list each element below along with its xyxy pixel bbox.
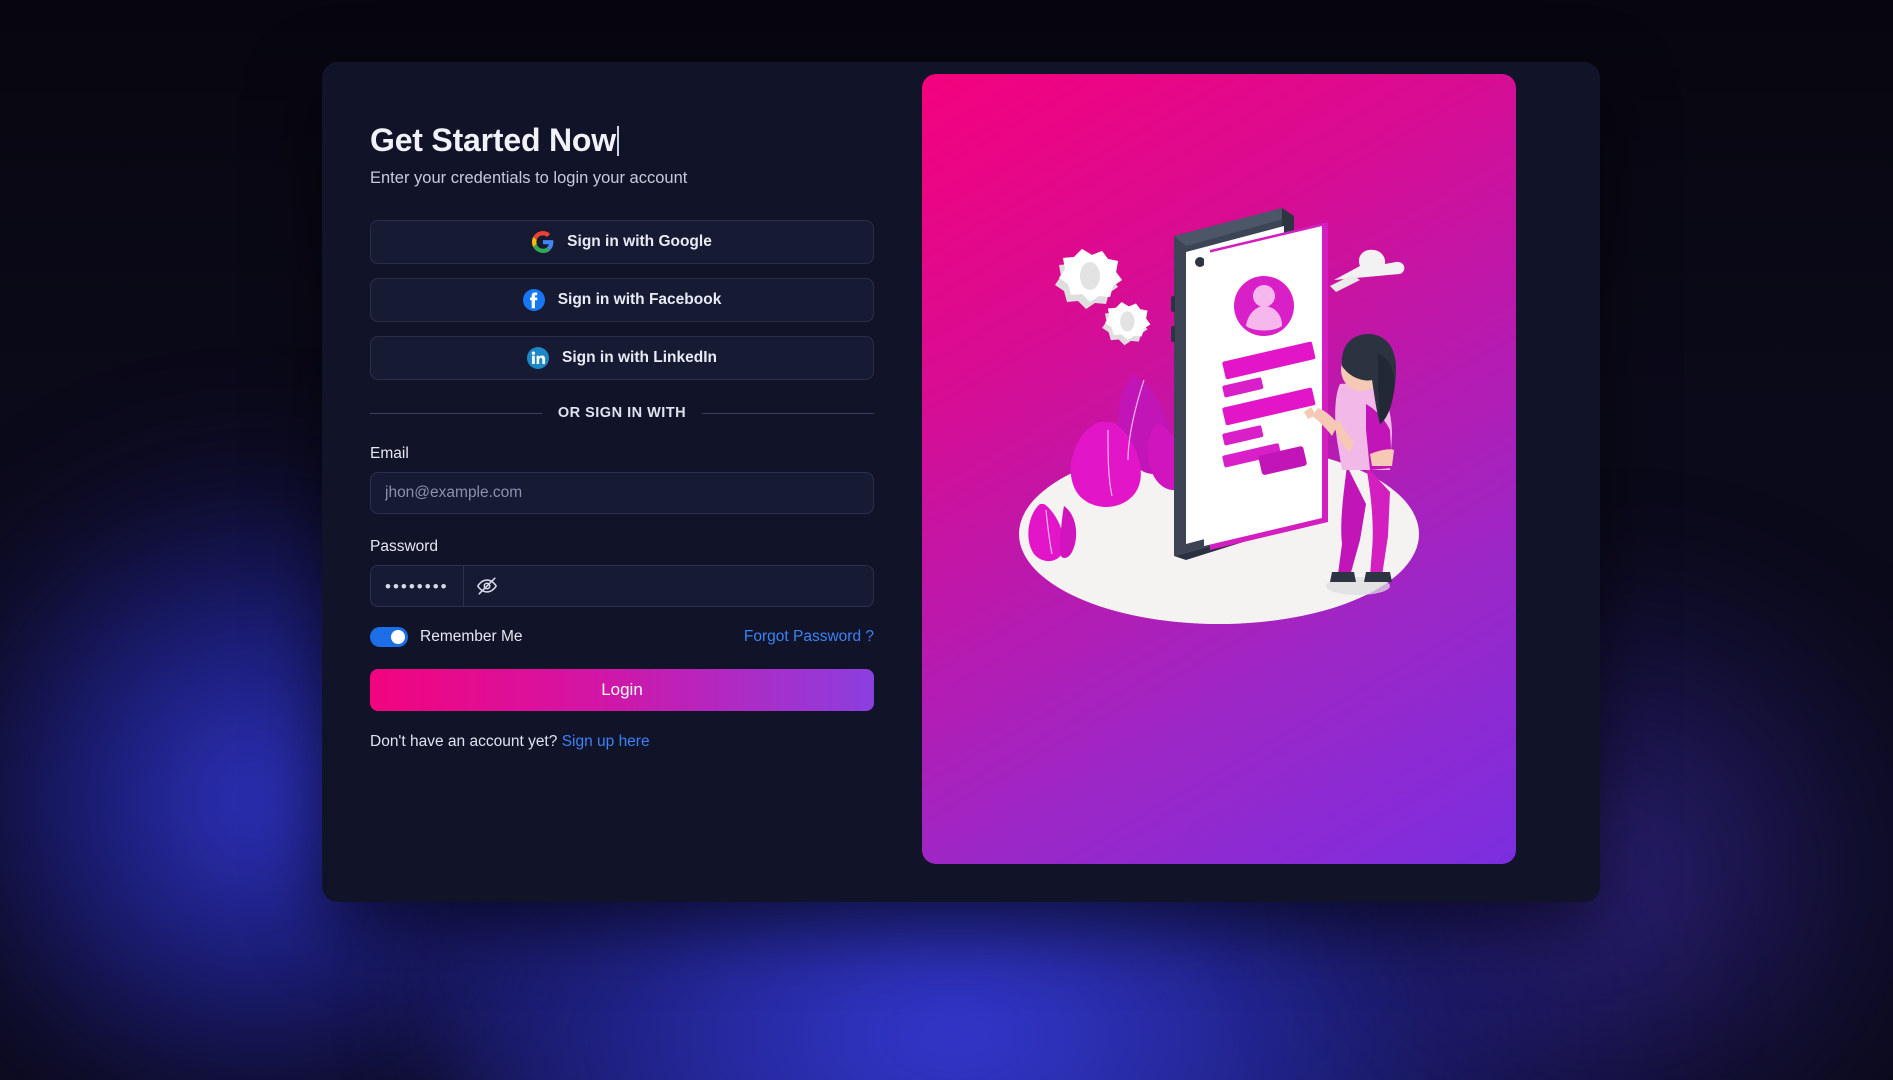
login-card-graphic bbox=[1204, 222, 1328, 550]
sign-in-google-label: Sign in with Google bbox=[567, 233, 712, 250]
signup-link[interactable]: Sign up here bbox=[562, 733, 650, 750]
email-label: Email bbox=[370, 445, 409, 462]
page-subtitle: Enter your credentials to login your acc… bbox=[370, 169, 688, 187]
sign-in-facebook-button[interactable]: Sign in with Facebook bbox=[370, 278, 874, 322]
password-input-wrap[interactable]: •••••••• bbox=[370, 565, 874, 607]
remember-row: Remember Me Forgot Password ? bbox=[370, 627, 874, 647]
password-field-group: Password •••••••• bbox=[370, 538, 874, 607]
linkedin-icon bbox=[527, 347, 549, 369]
remember-me-group[interactable]: Remember Me bbox=[370, 627, 523, 647]
password-label: Password bbox=[370, 538, 439, 555]
cloud-icon bbox=[1330, 249, 1405, 292]
sign-in-facebook-label: Sign in with Facebook bbox=[557, 291, 722, 308]
sign-in-linkedin-button[interactable]: Sign in with LinkedIn bbox=[370, 336, 874, 380]
divider-label: OR SIGN IN WITH bbox=[557, 405, 687, 421]
page-title: Get Started Now bbox=[370, 122, 616, 158]
facebook-icon bbox=[522, 289, 545, 311]
remember-me-toggle[interactable] bbox=[370, 627, 408, 647]
toggle-knob bbox=[391, 630, 405, 644]
avatar bbox=[1234, 276, 1294, 336]
sign-in-google-button[interactable]: Sign in with Google bbox=[370, 220, 874, 264]
login-form-pane: Get Started Now Enter your credentials t… bbox=[322, 62, 922, 902]
eye-off-icon[interactable] bbox=[462, 566, 511, 606]
signup-prompt: Don't have an account yet? bbox=[370, 733, 558, 750]
password-input[interactable]: •••••••• bbox=[371, 578, 463, 595]
email-input-wrap[interactable] bbox=[370, 472, 874, 514]
page-title-row: Get Started Now bbox=[370, 122, 874, 159]
signup-row: Don't have an account yet? Sign up here bbox=[370, 733, 874, 751]
divider-rule-right bbox=[702, 412, 874, 414]
sign-in-linkedin-label: Sign in with LinkedIn bbox=[562, 349, 717, 366]
login-card: Get Started Now Enter your credentials t… bbox=[322, 62, 1600, 902]
email-field-group: Email bbox=[370, 445, 874, 514]
login-button[interactable]: Login bbox=[370, 669, 874, 711]
google-icon bbox=[532, 231, 554, 253]
illustration-svg bbox=[1019, 208, 1419, 624]
login-illustration bbox=[922, 74, 1516, 864]
email-input[interactable] bbox=[371, 473, 873, 513]
forgot-password-link[interactable]: Forgot Password ? bbox=[744, 628, 874, 646]
social-login-list: Sign in with Google Sign in with Faceboo… bbox=[370, 220, 874, 380]
divider: OR SIGN IN WITH bbox=[370, 405, 874, 421]
text-caret bbox=[616, 126, 619, 156]
divider-rule-left bbox=[370, 412, 542, 414]
remember-me-label: Remember Me bbox=[420, 628, 523, 645]
gears-icon bbox=[1055, 249, 1151, 346]
